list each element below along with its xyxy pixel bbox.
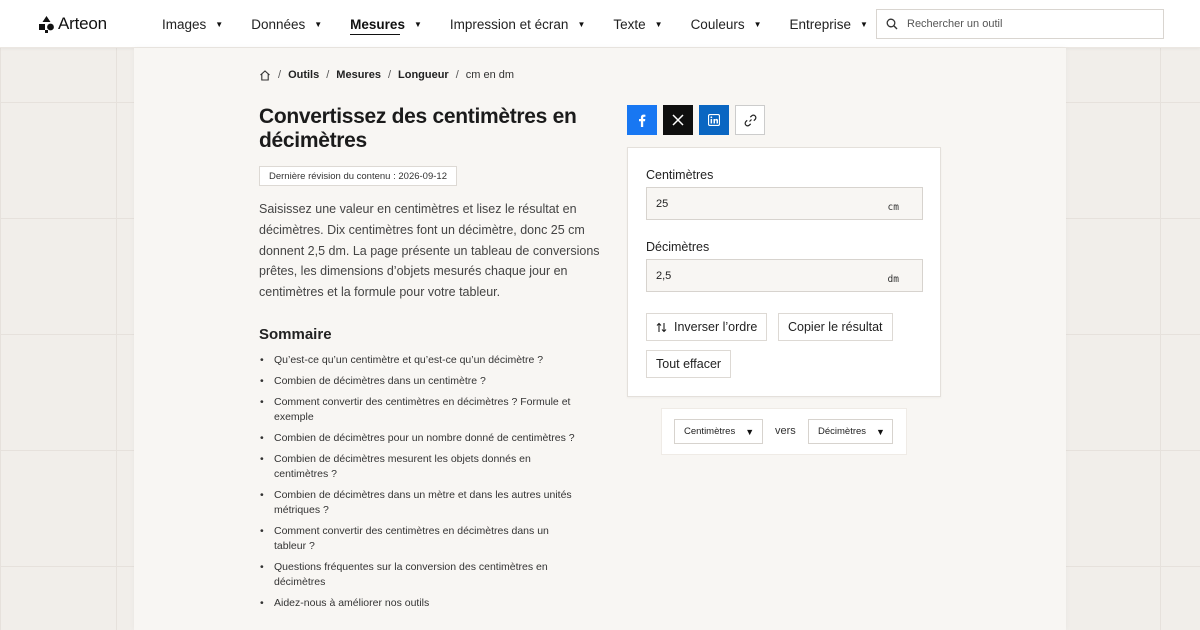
to-unit-select[interactable]: Décimètres ▼ <box>808 419 893 444</box>
breadcrumb: / Outils / Mesures / Longueur / cm en dm <box>259 69 514 81</box>
nav-item-label: Images <box>162 16 207 32</box>
toc-item[interactable]: Comment convertir des centimètres en déc… <box>260 395 585 425</box>
search-icon <box>886 18 898 30</box>
share-facebook-button[interactable] <box>627 105 657 135</box>
toc-item[interactable]: Aidez-nous à améliorer nos outils <box>260 596 605 611</box>
toc-item[interactable]: Qu’est-ce qu’un centimètre et qu’est-ce … <box>260 353 605 368</box>
copy-result-label: Copier le résultat <box>788 320 883 334</box>
active-indicator <box>350 33 400 35</box>
nav-item-mesures[interactable]: Mesures ▼ <box>350 0 422 48</box>
breadcrumb-separator: / <box>326 69 330 81</box>
unit-connector: vers <box>775 425 796 437</box>
chevron-down-icon: ▼ <box>413 19 422 29</box>
chevron-down-icon: ▼ <box>860 19 868 29</box>
chevron-down-icon: ▼ <box>745 426 755 437</box>
to-unit-value: Décimètres <box>818 426 867 437</box>
chevron-down-icon: ▼ <box>215 19 224 29</box>
logo-icon <box>39 15 54 33</box>
from-unit-select[interactable]: Centimètres ▼ <box>674 419 763 444</box>
nav-item-entreprise[interactable]: Entreprise ▼ <box>790 0 868 48</box>
toc-item[interactable]: Combien de décimètres dans un mètre et d… <box>260 488 600 518</box>
facebook-icon <box>638 114 646 127</box>
chevron-down-icon: ▼ <box>577 19 586 29</box>
nav-item-impression-ecran[interactable]: Impression et écran ▼ <box>450 0 585 48</box>
breadcrumb-current: cm en dm <box>465 69 515 81</box>
swap-button[interactable]: Inverser l’ordre <box>646 313 768 341</box>
decimetres-input[interactable] <box>647 269 867 282</box>
breadcrumb-longueur[interactable]: Longueur <box>398 69 449 81</box>
toc-item[interactable]: Combien de décimètres mesurent les objet… <box>260 452 560 482</box>
toc-item[interactable]: Combien de décimètres dans un centimètre… <box>260 374 605 389</box>
decimetres-label: Décimètres <box>646 240 710 254</box>
decimetres-field[interactable]: dm <box>646 259 923 292</box>
unit-selector: Centimètres ▼ vers Décimètres ▼ <box>662 409 906 454</box>
swap-button-label: Inverser l’ordre <box>674 320 758 334</box>
search-input[interactable] <box>907 18 1147 30</box>
nav-item-couleurs[interactable]: Couleurs ▼ <box>691 0 762 48</box>
top-navigation-bar: Arteon Images ▼ Données ▼ Mesures ▼ Impr… <box>0 0 1200 48</box>
nav-item-texte[interactable]: Texte ▼ <box>613 0 662 48</box>
x-icon <box>672 114 684 126</box>
breadcrumb-separator: / <box>455 69 459 81</box>
nav-item-label: Mesures <box>350 16 405 32</box>
centimetres-field[interactable]: cm <box>646 187 923 220</box>
breadcrumb-outils[interactable]: Outils <box>288 69 319 81</box>
intro-paragraph: Saisissez une valeur en centimètres et l… <box>259 202 600 300</box>
toc-item[interactable]: Comment convertir des centimètres en déc… <box>260 524 580 554</box>
breadcrumb-separator: / <box>387 69 391 81</box>
link-icon <box>744 114 757 127</box>
toc-heading: Sommaire <box>259 326 332 343</box>
nav-item-label: Données <box>251 16 306 32</box>
nav-item-label: Entreprise <box>789 16 852 32</box>
nav-item-label: Impression et écran <box>449 16 569 32</box>
main-content: / Outils / Mesures / Longueur / cm en dm… <box>134 48 1066 630</box>
swap-icon <box>656 322 667 333</box>
breadcrumb-separator: / <box>278 69 282 81</box>
from-unit-value: Centimètres <box>684 426 736 437</box>
share-x-button[interactable] <box>663 105 693 135</box>
home-icon[interactable] <box>259 69 271 81</box>
clear-all-button[interactable]: Tout effacer <box>646 350 732 378</box>
clear-all-label: Tout effacer <box>656 357 722 371</box>
unit-suffix-dm: dm <box>887 274 899 285</box>
centimetres-label: Centimètres <box>646 168 714 182</box>
copy-result-button[interactable]: Copier le résultat <box>778 313 893 341</box>
chevron-down-icon: ▼ <box>314 19 323 29</box>
toc-item[interactable]: Combien de décimètres pour un nombre don… <box>260 431 605 446</box>
toc-item[interactable]: Questions fréquentes sur la conversion d… <box>260 560 560 590</box>
nav-item-images[interactable]: Images ▼ <box>162 0 223 48</box>
page-title: Convertissez des centimètres en décimètr… <box>259 105 577 152</box>
breadcrumb-mesures[interactable]: Mesures <box>336 69 381 81</box>
nav-item-donnees[interactable]: Données ▼ <box>251 0 322 48</box>
chevron-down-icon: ▼ <box>876 426 885 437</box>
brand-logo[interactable]: Arteon <box>39 14 107 34</box>
search-box[interactable] <box>876 9 1164 39</box>
main-nav: Images ▼ Données ▼ Mesures ▼ Impression … <box>162 0 896 48</box>
chevron-down-icon: ▼ <box>654 19 663 29</box>
table-of-contents: Qu’est-ce qu’un centimètre et qu’est-ce … <box>260 353 605 617</box>
copy-link-button[interactable] <box>735 105 765 135</box>
nav-item-label: Texte <box>613 16 646 32</box>
nav-item-label: Couleurs <box>690 16 745 32</box>
unit-suffix-cm: cm <box>887 202 899 213</box>
chevron-down-icon: ▼ <box>753 19 762 29</box>
share-buttons <box>627 105 765 135</box>
converter-card: Centimètres cm Décimètres dm Inverser l’… <box>627 147 941 397</box>
share-linkedin-button[interactable] <box>699 105 729 135</box>
brand-name: Arteon <box>58 14 107 33</box>
revision-badge: Dernière révision du contenu : 2026-09-1… <box>259 166 457 186</box>
centimetres-input[interactable] <box>647 197 867 210</box>
linkedin-icon <box>708 114 720 126</box>
